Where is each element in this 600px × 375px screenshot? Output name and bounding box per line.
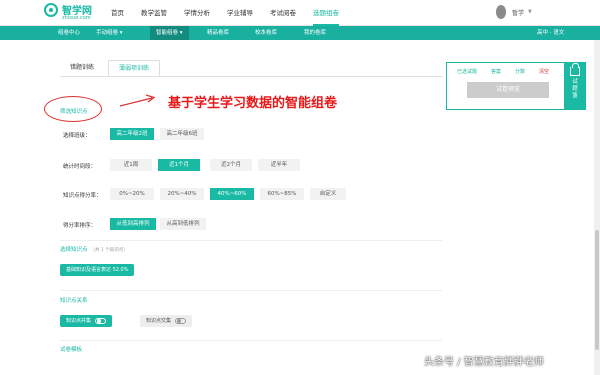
avatar <box>496 5 506 19</box>
top-bar: 智学网 zhixue.com 首页 教学监管 学情分析 学业辅导 考试阅卷 选题… <box>0 0 600 26</box>
sort-option-desc[interactable]: 从高到低排列 <box>160 218 206 230</box>
class-label: 选择班级： <box>63 133 91 139</box>
class-option-2[interactable]: 高二年级2班 <box>110 128 154 140</box>
time-option-1m[interactable]: 近1个月 <box>158 159 200 171</box>
watermark: 头条号 / 智慧教育胖胖老师 <box>424 357 544 368</box>
sort-label: 得分率排序： <box>63 223 97 229</box>
sub-nav-school[interactable]: 校本卷库 <box>255 26 277 40</box>
sub-nav-smart[interactable]: 智能组卷 ▾ <box>150 26 189 40</box>
relation-intersection-toggle[interactable]: 知识点交集 <box>140 315 193 327</box>
sub-nav-premium[interactable]: 精品卷库 <box>207 26 229 40</box>
tab-weak[interactable]: 薄弱项训练 <box>108 60 160 76</box>
logo-subtitle: zhixue.com <box>62 15 91 21</box>
selected-questions-link[interactable]: 已选试题 <box>457 68 477 75</box>
relation-intersection-label: 知识点交集 <box>146 318 172 324</box>
sub-nav-manual-label: 手动组卷 <box>96 30 119 36</box>
relation-title: 知识点关系 <box>60 298 88 304</box>
time-option-2m[interactable]: 近2个月 <box>210 159 252 171</box>
toggle-icon <box>95 317 107 324</box>
selected-points-title-text: 选择知识点 <box>60 247 88 253</box>
preview-button[interactable]: 试卷预览 <box>467 82 549 98</box>
rate-label: 知识点得分率： <box>63 193 102 199</box>
user-menu[interactable]: 暂学 ▼ <box>496 5 532 19</box>
answer-link[interactable]: 答案 <box>491 68 501 75</box>
time-label: 统计时间段： <box>63 164 97 170</box>
panel-links: 已选试题 答案 分数 清空 <box>457 68 549 75</box>
chevron-down-icon: ▾ <box>179 30 183 36</box>
clear-link[interactable]: 清空 <box>539 68 549 75</box>
question-basket-button[interactable]: 试题篮 <box>564 62 586 110</box>
top-nav-paper[interactable]: 选题组卷 <box>313 0 339 26</box>
filter-title: 筛选知识点 <box>60 109 88 115</box>
sub-nav-mine[interactable]: 我的卷库 <box>304 26 326 40</box>
time-option-1w[interactable]: 近1周 <box>110 159 152 171</box>
relation-union-label: 知识点并集 <box>66 318 92 324</box>
toggle-icon <box>175 317 187 324</box>
class-option-6[interactable]: 高二年级6班 <box>160 128 204 140</box>
annotation-headline: 基于学生学习数据的智能组卷 <box>168 96 338 111</box>
sort-option-asc[interactable]: 从低到高排列 <box>110 218 156 230</box>
divider <box>60 340 442 341</box>
tab-wrong[interactable]: 错题训练 <box>60 60 104 76</box>
rate-option-0-20[interactable]: 0%~20% <box>110 188 154 200</box>
tab-divider <box>60 76 442 77</box>
top-nav-supervision[interactable]: 教学监管 <box>141 0 167 26</box>
sub-nav: 组卷中心 手动组卷 ▾ 智能组卷 ▾ 精品卷库 校本卷库 我的卷库 高中 · 语… <box>0 26 600 40</box>
scrollbar-thumb[interactable] <box>595 230 599 350</box>
template-title: 试卷模板 <box>60 347 83 353</box>
selected-point-tag[interactable]: 基础知识及语言表达 52.0% <box>60 264 135 276</box>
chevron-down-icon: ▾ <box>119 30 123 36</box>
top-nav: 首页 教学监管 学情分析 学业辅导 考试阅卷 选题组卷 <box>111 0 356 26</box>
divider <box>60 240 442 241</box>
grade-selector[interactable]: 高中 · 语文 <box>537 26 564 40</box>
sub-nav-center[interactable]: 组卷中心 <box>58 26 80 40</box>
score-link[interactable]: 分数 <box>515 68 525 75</box>
rate-option-20-40[interactable]: 20%~40% <box>160 188 204 200</box>
user-name: 暂学 <box>512 9 525 17</box>
rate-option-60-85[interactable]: 60%~85% <box>260 188 304 200</box>
rate-option-40-60[interactable]: 40%~60% <box>210 188 254 200</box>
scrollbar[interactable] <box>594 40 600 375</box>
top-nav-analysis[interactable]: 学情分析 <box>184 0 210 26</box>
basket-icon <box>570 63 580 76</box>
time-option-6m[interactable]: 近半年 <box>258 159 300 171</box>
selected-points-title: 选择知识点 （共 1 个知识点） <box>60 245 128 253</box>
logo[interactable]: 智学网 zhixue.com <box>44 2 104 24</box>
top-nav-tutoring[interactable]: 学业辅导 <box>227 0 253 26</box>
selected-points-count: （共 1 个知识点） <box>90 248 128 253</box>
top-nav-home[interactable]: 首页 <box>111 0 124 26</box>
logo-mark-icon <box>44 3 58 17</box>
sub-nav-manual[interactable]: 手动组卷 ▾ <box>96 26 123 40</box>
chevron-down-icon: ▼ <box>528 9 532 15</box>
sub-nav-smart-label: 智能组卷 <box>156 30 179 36</box>
rate-option-custom[interactable]: 自定义 <box>310 188 346 200</box>
relation-union-toggle[interactable]: 知识点并集 <box>60 315 113 327</box>
divider <box>60 290 442 291</box>
basket-label: 试题篮 <box>572 79 578 99</box>
arrow-icon <box>119 94 156 107</box>
top-nav-exam[interactable]: 考试阅卷 <box>270 0 296 26</box>
